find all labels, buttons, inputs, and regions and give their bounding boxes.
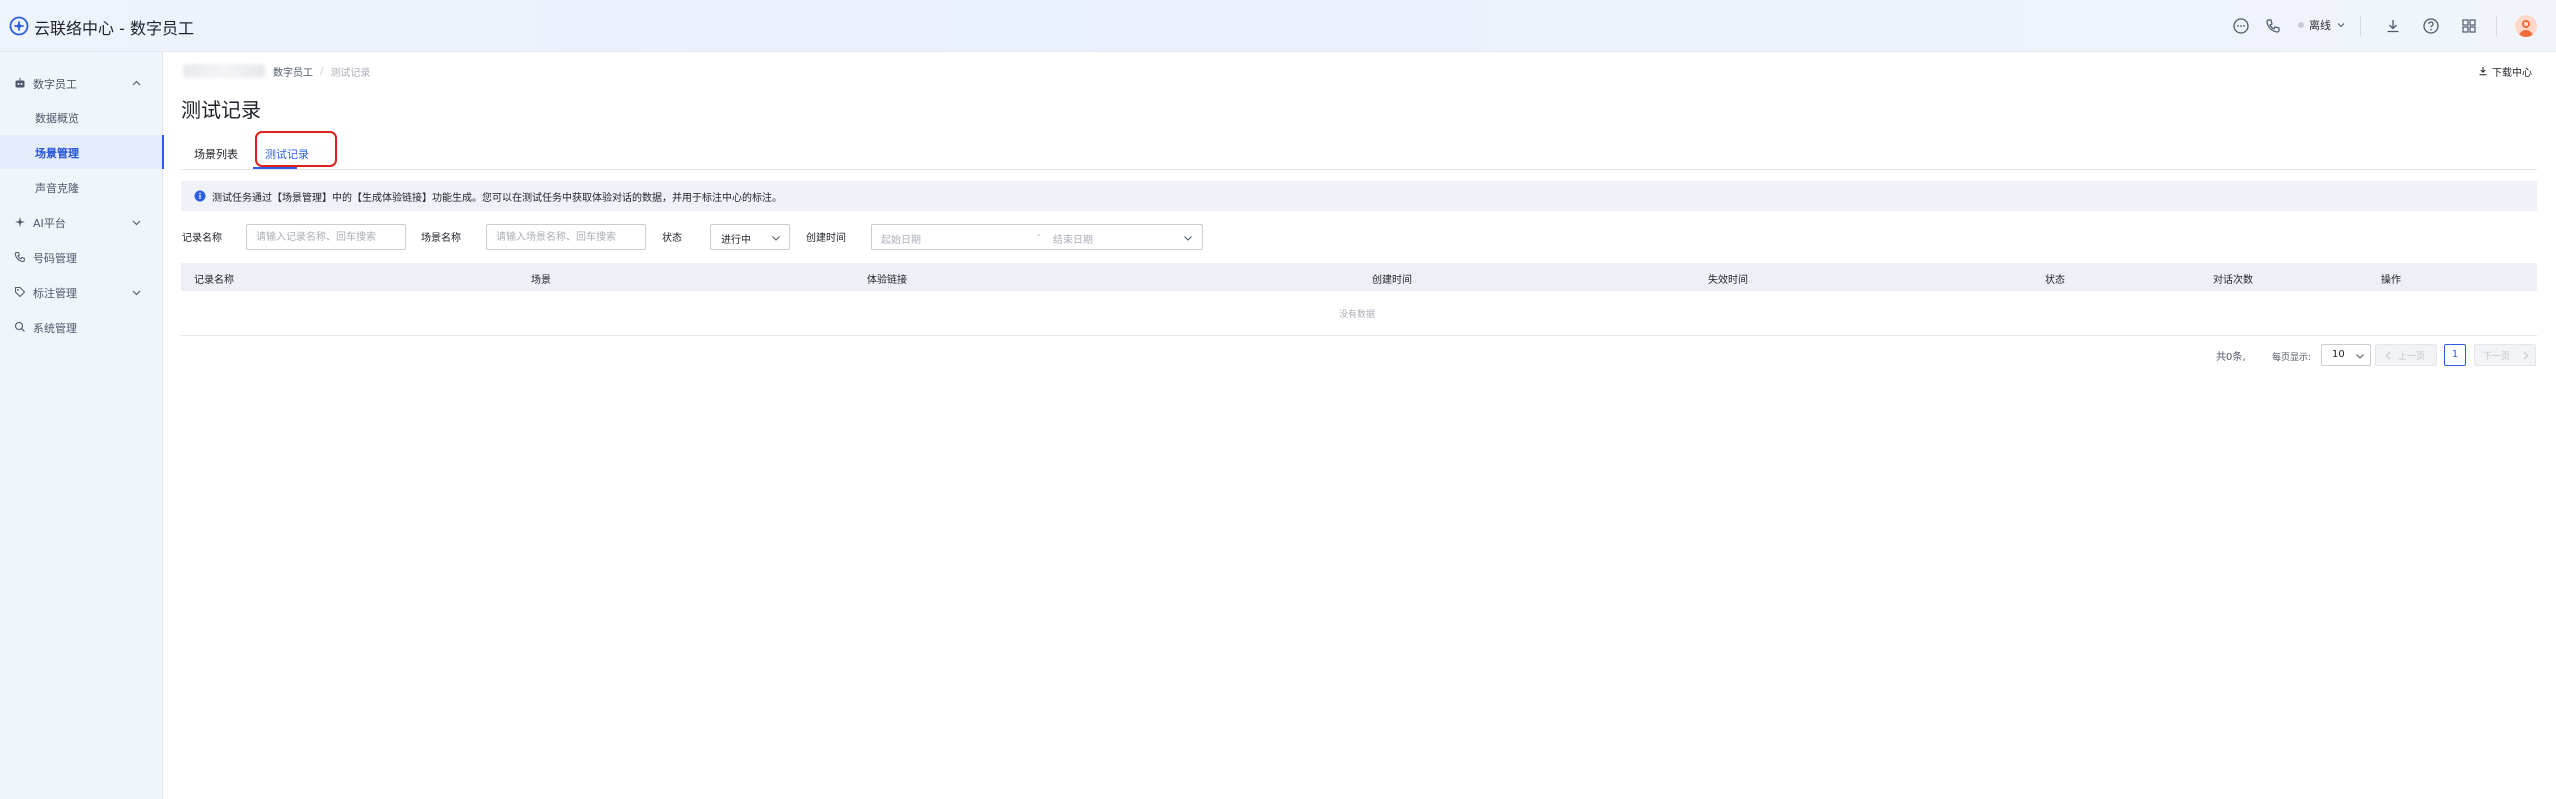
header-divider bbox=[2496, 16, 2497, 36]
chevron-down-icon bbox=[2337, 23, 2345, 28]
sidebar-item-data-overview[interactable]: 数据概览 bbox=[0, 100, 163, 134]
app-logo-icon[interactable] bbox=[9, 16, 29, 36]
tab-scene-list[interactable]: 场景列表 bbox=[194, 146, 238, 162]
column-header-expire-time[interactable]: 失效时间 bbox=[1708, 271, 1748, 286]
app-root: 云联络中心 - 数字员工 离线 数字员工 数据概览 场景管理 声音克隆 AI平台… bbox=[0, 0, 2556, 799]
download-icon bbox=[2479, 67, 2487, 76]
page-number-1[interactable]: 1 bbox=[2444, 344, 2466, 366]
sidebar-item-label: 系统管理 bbox=[33, 322, 77, 335]
filter-label-created-time: 创建时间 bbox=[806, 233, 846, 244]
next-page-button[interactable]: 下一页 bbox=[2474, 344, 2536, 366]
app-title: 云联络中心 - 数字员工 bbox=[34, 19, 194, 38]
filter-label-status: 状态 bbox=[662, 233, 682, 244]
status-dot bbox=[2298, 22, 2304, 28]
sidebar: 数字员工 数据概览 场景管理 声音克隆 AI平台 号码管理 标注管理 系统管理 bbox=[0, 52, 164, 799]
chevron-down-icon bbox=[1184, 236, 1192, 241]
breadcrumb: 数字员工 / 测试记录 bbox=[183, 63, 370, 79]
robot-icon bbox=[15, 78, 25, 88]
user-avatar[interactable] bbox=[2515, 15, 2537, 37]
search-icon bbox=[14, 321, 25, 332]
chevron-right-icon bbox=[2523, 351, 2529, 360]
column-header-record-name[interactable]: 记录名称 bbox=[194, 271, 234, 286]
filter-label-scene-name: 场景名称 bbox=[421, 233, 461, 244]
tab-highlight-annotation-box bbox=[255, 131, 337, 167]
download-icon[interactable] bbox=[2384, 17, 2402, 35]
sidebar-item-system-management[interactable]: 系统管理 bbox=[0, 310, 163, 344]
active-tab-indicator bbox=[253, 167, 297, 169]
sidebar-item-label: 数据概览 bbox=[35, 112, 79, 125]
download-center-label: 下载中心 bbox=[2492, 67, 2532, 79]
sidebar-item-digital-staff[interactable]: 数字员工 bbox=[0, 66, 163, 100]
chevron-down-icon bbox=[132, 220, 141, 226]
phone-icon bbox=[14, 252, 25, 263]
column-header-actions[interactable]: 操作 bbox=[2381, 271, 2401, 286]
page-size-select[interactable]: 10 bbox=[2321, 344, 2371, 366]
tab-bar: 场景列表 测试记录 bbox=[181, 142, 2537, 170]
page-size-value: 10 bbox=[2332, 349, 2345, 360]
header-divider bbox=[2360, 16, 2361, 36]
breadcrumb-current: 测试记录 bbox=[330, 67, 371, 79]
sidebar-item-label: 号码管理 bbox=[33, 252, 77, 265]
apps-grid-icon[interactable] bbox=[2460, 17, 2478, 35]
info-notice: 测试任务通过【场景管理】中的【生成体验链接】功能生成。您可以在测试任务中获取体验… bbox=[181, 181, 2537, 211]
prev-page-label: 上一页 bbox=[2398, 352, 2426, 362]
breadcrumb-parent-link[interactable]: 数字员工 bbox=[273, 64, 313, 79]
chevron-down-icon bbox=[772, 236, 780, 241]
range-start-input[interactable]: 起始日期 bbox=[881, 231, 921, 246]
next-page-label: 下一页 bbox=[2483, 352, 2511, 362]
breadcrumb-separator: / bbox=[320, 65, 324, 77]
avatar-icon bbox=[2519, 20, 2533, 37]
column-header-scene[interactable]: 场景 bbox=[531, 271, 551, 286]
agent-status-dropdown[interactable]: 离线 bbox=[2298, 15, 2346, 35]
column-header-experience-link[interactable]: 体验链接 bbox=[867, 271, 907, 286]
scene-name-search-input[interactable] bbox=[486, 224, 646, 250]
table-empty-row: 没有数据 bbox=[181, 291, 2537, 336]
agent-status-label: 离线 bbox=[2309, 19, 2331, 32]
sidebar-item-voice-clone[interactable]: 声音克隆 bbox=[0, 170, 163, 204]
table-empty-text: 没有数据 bbox=[1339, 310, 1376, 320]
message-icon[interactable] bbox=[2232, 17, 2250, 35]
download-center-button[interactable]: 下载中心 bbox=[2478, 63, 2532, 79]
breadcrumb-blurred-root bbox=[183, 64, 265, 78]
chevron-down-icon bbox=[132, 290, 141, 296]
record-name-search-input[interactable] bbox=[246, 224, 406, 250]
chevron-down-icon bbox=[2356, 354, 2364, 359]
sidebar-item-ai-platform[interactable]: AI平台 bbox=[0, 205, 163, 239]
status-select[interactable]: 进行中 bbox=[710, 224, 790, 250]
sidebar-item-label: 场景管理 bbox=[35, 147, 79, 160]
column-header-dialog-count[interactable]: 对话次数 bbox=[2213, 271, 2253, 286]
sidebar-item-label: 声音克隆 bbox=[35, 182, 79, 195]
phone-call-icon[interactable] bbox=[2264, 17, 2282, 35]
column-header-status[interactable]: 状态 bbox=[2045, 271, 2065, 286]
page-size-label: 每页显示: bbox=[2272, 353, 2312, 363]
ai-icon bbox=[15, 217, 25, 227]
sidebar-item-scene-management[interactable]: 场景管理 bbox=[0, 135, 164, 169]
chevron-up-icon bbox=[132, 80, 141, 86]
column-header-created-time[interactable]: 创建时间 bbox=[1372, 271, 1412, 286]
table-header: 记录名称 场景 体验链接 创建时间 失效时间 状态 对话次数 操作 bbox=[181, 263, 2537, 291]
chevron-left-icon bbox=[2385, 351, 2391, 360]
created-time-range-picker[interactable]: 起始日期 - 结束日期 bbox=[871, 224, 1203, 250]
pagination-total: 共0条, bbox=[2216, 352, 2246, 363]
sidebar-item-number-management[interactable]: 号码管理 bbox=[0, 240, 163, 274]
sidebar-item-label: 标注管理 bbox=[33, 287, 77, 300]
sidebar-item-label: 数字员工 bbox=[33, 78, 77, 91]
range-end-input[interactable]: 结束日期 bbox=[1053, 231, 1093, 246]
top-header: 云联络中心 - 数字员工 离线 bbox=[0, 0, 2556, 52]
status-select-value: 进行中 bbox=[721, 235, 751, 246]
info-icon bbox=[194, 190, 206, 202]
prev-page-button[interactable]: 上一页 bbox=[2375, 344, 2437, 366]
filter-label-record-name: 记录名称 bbox=[182, 233, 222, 244]
page-title: 测试记录 bbox=[181, 98, 261, 122]
info-notice-text: 测试任务通过【场景管理】中的【生成体验链接】功能生成。您可以在测试任务中获取体验… bbox=[212, 192, 782, 204]
help-icon[interactable] bbox=[2422, 17, 2440, 35]
sidebar-item-annotation-management[interactable]: 标注管理 bbox=[0, 275, 163, 309]
range-separator: - bbox=[1037, 230, 1041, 241]
sidebar-item-label: AI平台 bbox=[33, 217, 66, 230]
tag-icon bbox=[15, 287, 26, 298]
